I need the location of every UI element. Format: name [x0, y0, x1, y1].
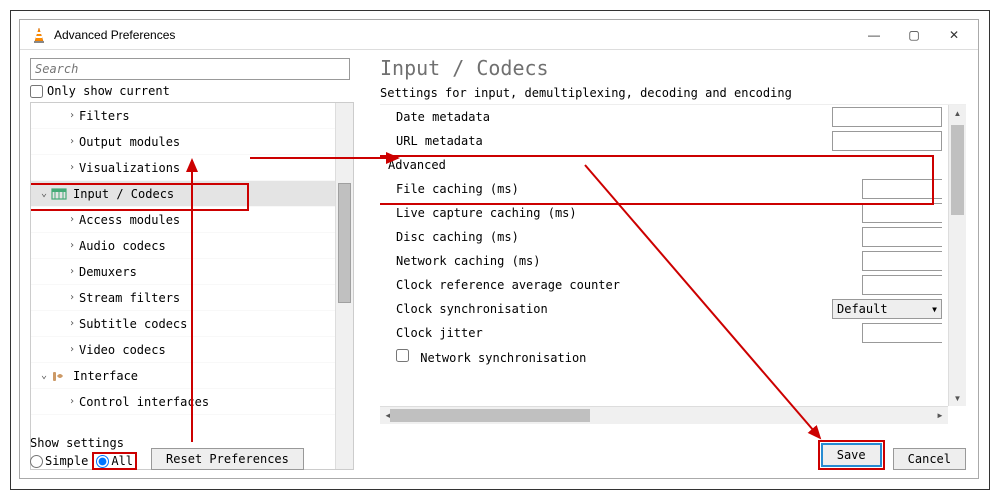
- caret-icon: ›: [65, 266, 79, 277]
- clock-sync-select[interactable]: Default ▼: [832, 299, 942, 319]
- caret-icon: ⌄: [37, 188, 51, 199]
- only-show-current-checkbox[interactable]: [30, 85, 43, 98]
- only-show-current-label: Only show current: [47, 84, 170, 98]
- preferences-window: Advanced Preferences — ▢ ✕ Only show cur…: [19, 19, 979, 479]
- tree-item-demuxers[interactable]: ›Demuxers: [31, 259, 351, 285]
- tree-item-access-modules[interactable]: ›Access modules: [31, 207, 351, 233]
- search-input[interactable]: [30, 58, 350, 80]
- minimize-button[interactable]: —: [854, 21, 894, 49]
- settings-area: Date metadata URL metadata Advanced File…: [380, 104, 966, 424]
- radio-all[interactable]: All: [96, 454, 133, 468]
- vlc-logo-icon: [30, 26, 48, 44]
- scroll-up-icon[interactable]: ▲: [949, 105, 966, 121]
- advanced-section-header: Advanced: [380, 158, 942, 172]
- tree-scrollbar[interactable]: [335, 103, 353, 469]
- interface-icon: [51, 368, 69, 384]
- tree-item-video-codecs[interactable]: ›Video codecs: [31, 337, 351, 363]
- file-caching-label: File caching (ms): [380, 182, 862, 196]
- network-sync-checkbox[interactable]: [396, 349, 409, 362]
- caret-icon: ›: [65, 318, 79, 329]
- tree-item-filters[interactable]: ›Filters: [31, 103, 351, 129]
- cancel-button[interactable]: Cancel: [893, 448, 966, 470]
- settings-heading: Input / Codecs: [380, 56, 966, 80]
- settings-scrollbar-vertical[interactable]: ▲ ▼: [948, 105, 966, 406]
- file-caching-spinner[interactable]: ▲▼: [862, 179, 942, 199]
- preference-tree: ›Filters›Output modules›Visualizations⌄I…: [30, 102, 354, 470]
- scroll-down-icon[interactable]: ▼: [949, 390, 966, 406]
- url-metadata-input[interactable]: [832, 131, 942, 151]
- right-pane: Input / Codecs Settings for input, demul…: [360, 50, 978, 478]
- tree-item-subtitle-codecs[interactable]: ›Subtitle codecs: [31, 311, 351, 337]
- annotation-highlight-save: Save: [818, 440, 885, 470]
- radio-simple[interactable]: Simple: [30, 454, 88, 468]
- caret-icon: ›: [65, 162, 79, 173]
- caret-icon: ⌄: [37, 370, 51, 381]
- tree-item-audio-codecs[interactable]: ›Audio codecs: [31, 233, 351, 259]
- clock-sync-label: Clock synchronisation: [380, 302, 832, 316]
- disc-caching-label: Disc caching (ms): [380, 230, 862, 244]
- tree-item-output-modules[interactable]: ›Output modules: [31, 129, 351, 155]
- clock-ref-label: Clock reference average counter: [380, 278, 862, 292]
- network-caching-label: Network caching (ms): [380, 254, 862, 268]
- caret-icon: ›: [65, 292, 79, 303]
- caret-icon: ›: [65, 214, 79, 225]
- clock-jitter-spinner[interactable]: ▲▼: [862, 323, 942, 343]
- live-caching-label: Live capture caching (ms): [380, 206, 862, 220]
- live-caching-spinner[interactable]: ▲▼: [862, 203, 942, 223]
- reset-preferences-button[interactable]: Reset Preferences: [151, 448, 304, 470]
- date-metadata-label: Date metadata: [380, 110, 832, 124]
- left-pane: Only show current ›Filters›Output module…: [20, 50, 360, 478]
- chevron-down-icon: ▼: [932, 305, 937, 314]
- window-title: Advanced Preferences: [54, 28, 854, 42]
- caret-icon: ›: [65, 240, 79, 251]
- settings-scrollbar-horizontal[interactable]: ◄ ►: [380, 406, 948, 424]
- clock-jitter-label: Clock jitter: [380, 326, 862, 340]
- caret-icon: ›: [65, 110, 79, 121]
- network-sync-checkbox-label: Network synchronisation: [380, 349, 942, 365]
- close-button[interactable]: ✕: [934, 21, 974, 49]
- show-settings-label: Show settings: [30, 436, 137, 450]
- scroll-right-icon[interactable]: ►: [932, 407, 948, 424]
- caret-icon: ›: [65, 136, 79, 147]
- tree-item-stream-filters[interactable]: ›Stream filters: [31, 285, 351, 311]
- tree-item-input-codecs[interactable]: ⌄Input / Codecs: [31, 181, 351, 207]
- tree-item-visualizations[interactable]: ›Visualizations: [31, 155, 351, 181]
- codec-icon: [51, 186, 69, 202]
- titlebar: Advanced Preferences — ▢ ✕: [20, 20, 978, 50]
- settings-description: Settings for input, demultiplexing, deco…: [380, 86, 966, 100]
- caret-icon: ›: [65, 344, 79, 355]
- maximize-button[interactable]: ▢: [894, 21, 934, 49]
- bottom-bar: Show settings Simple All Reset Preferenc…: [30, 432, 966, 470]
- date-metadata-input[interactable]: [832, 107, 942, 127]
- clock-ref-spinner[interactable]: ▲▼: [862, 275, 942, 295]
- url-metadata-label: URL metadata: [380, 134, 832, 148]
- annotation-highlight-all: All: [92, 452, 137, 470]
- tree-item-control-interfaces[interactable]: ›Control interfaces: [31, 389, 351, 415]
- disc-caching-spinner[interactable]: ▲▼: [862, 227, 942, 247]
- tree-item-interface[interactable]: ⌄Interface: [31, 363, 351, 389]
- caret-icon: ›: [65, 396, 79, 407]
- network-caching-spinner[interactable]: ▲▼: [862, 251, 942, 271]
- save-button[interactable]: Save: [821, 443, 882, 467]
